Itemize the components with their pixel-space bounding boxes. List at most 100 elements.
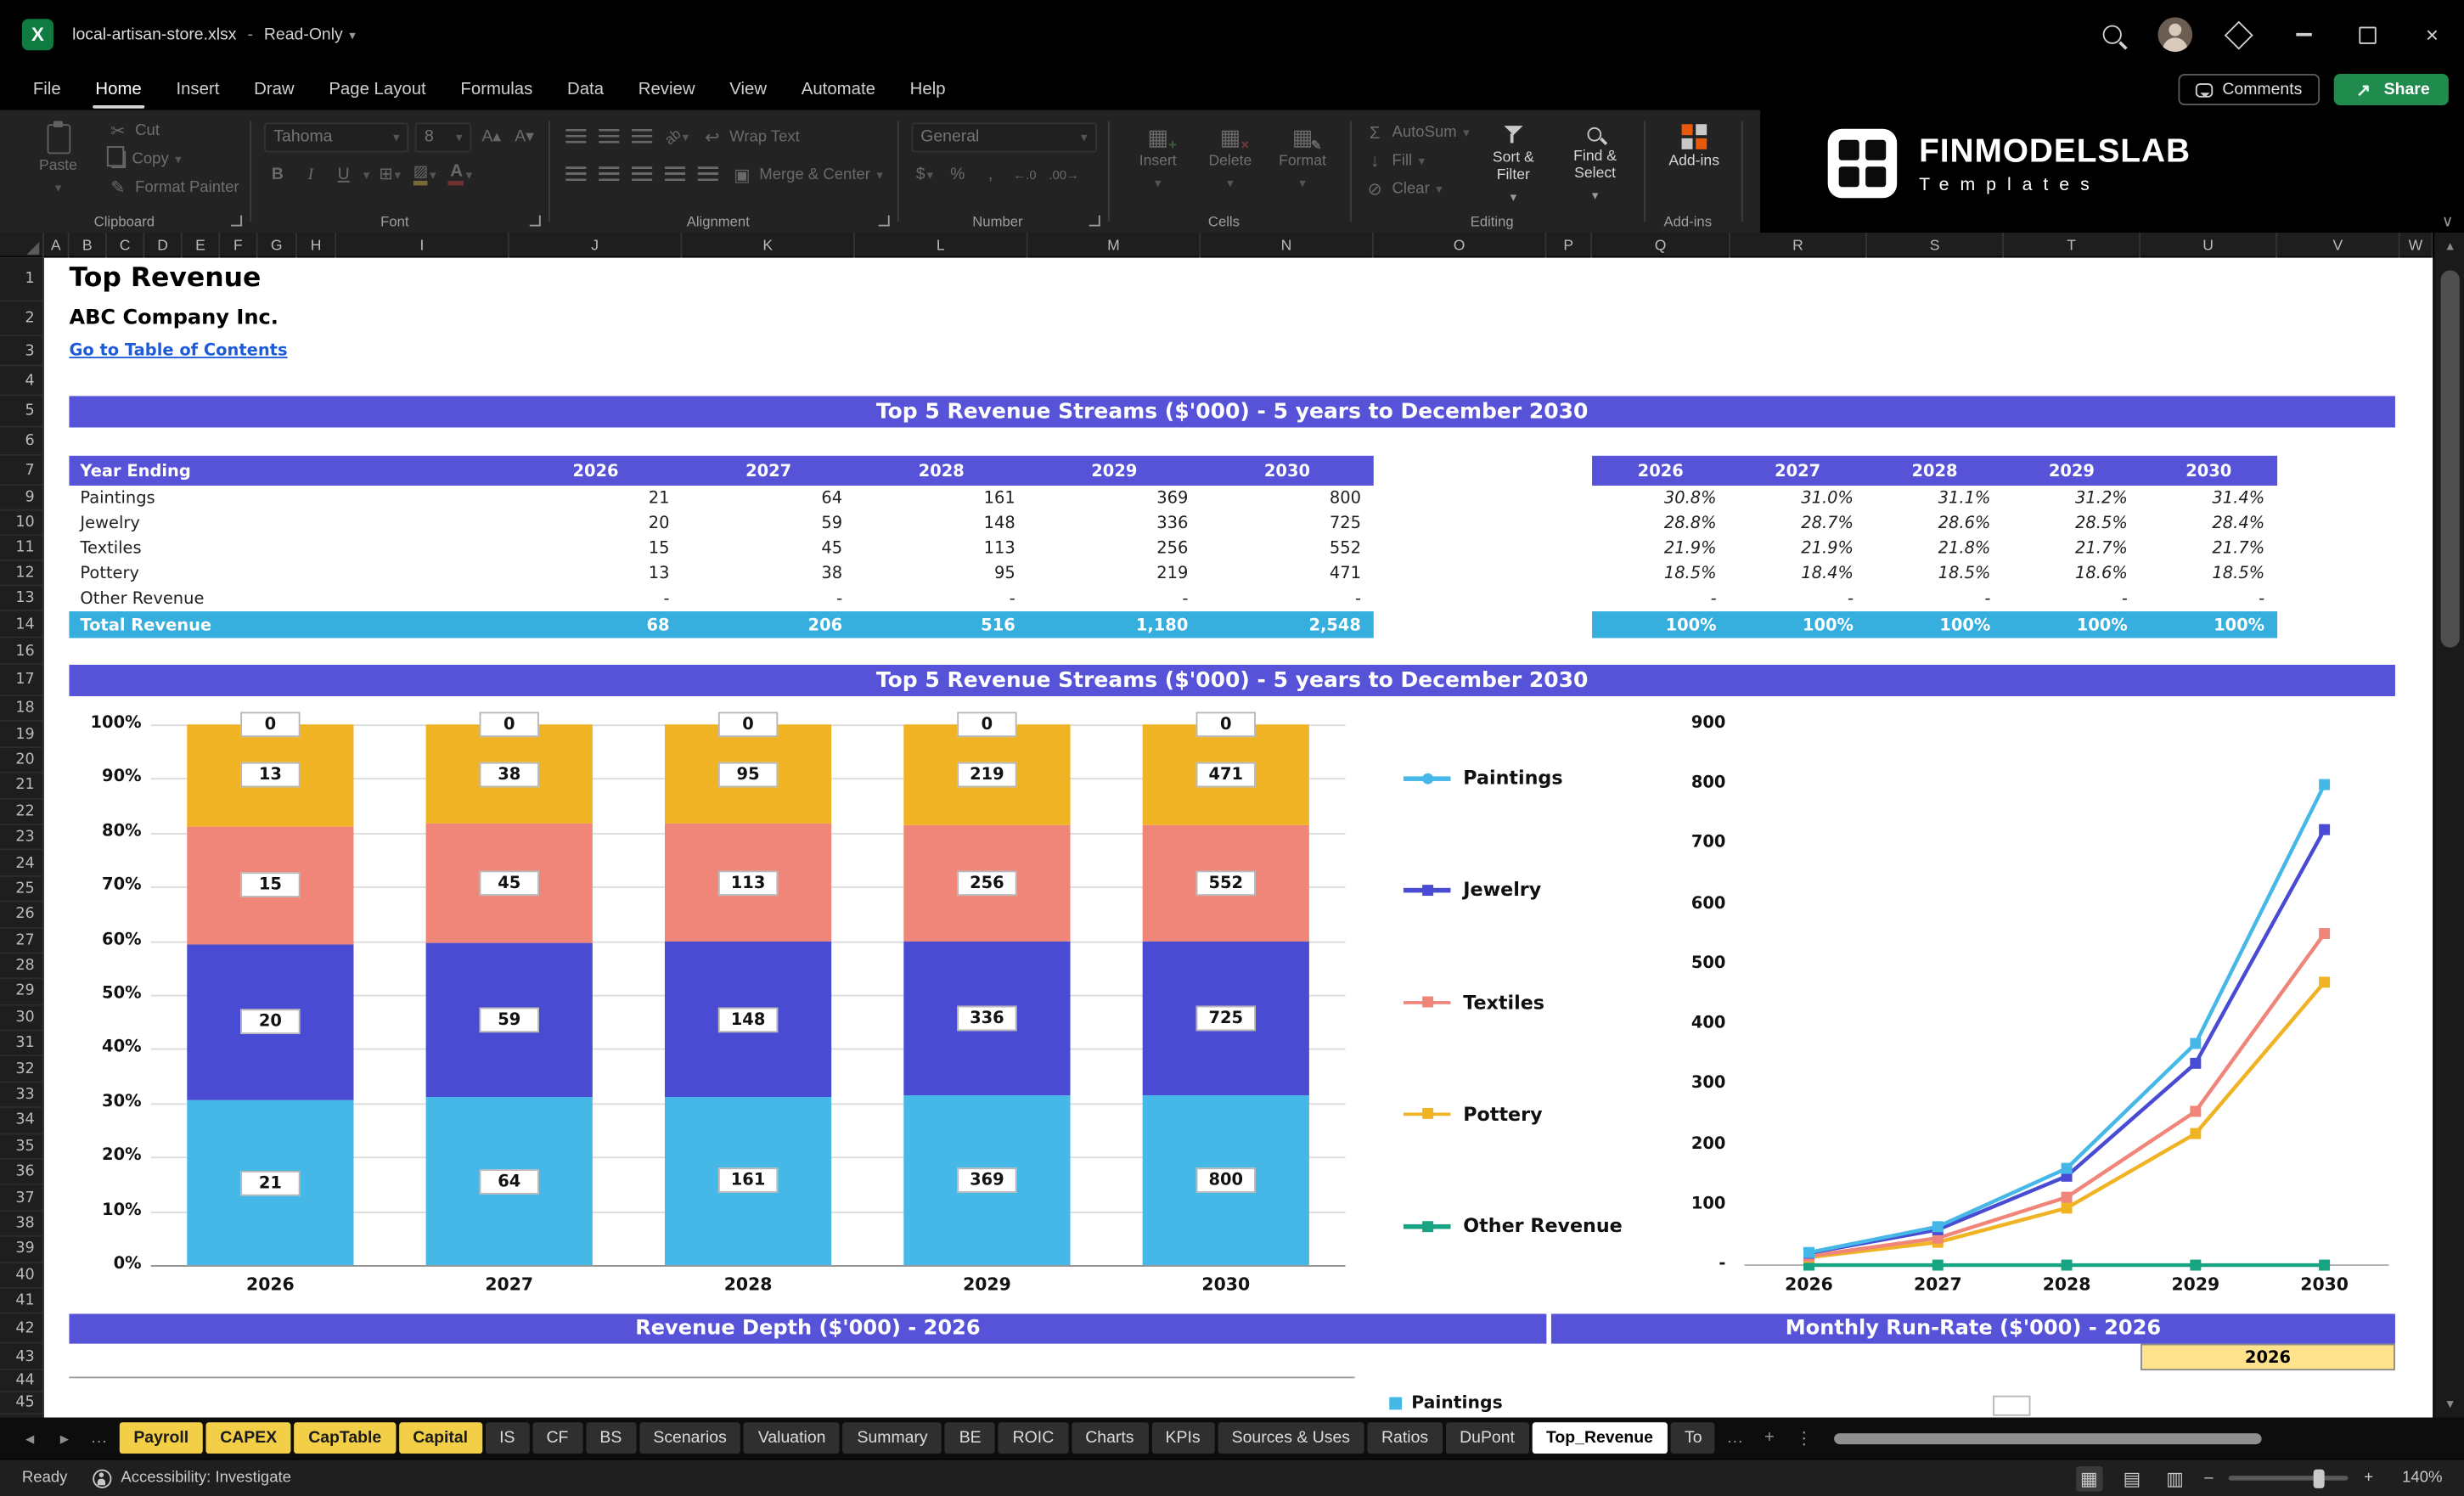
pct-row[interactable]: ----- [1592, 586, 2277, 611]
sheet-tab-capital[interactable]: Capital [398, 1422, 482, 1454]
column-header[interactable]: L [855, 232, 1028, 258]
column-header[interactable]: C [107, 232, 145, 258]
scroll-up-icon[interactable]: ▴ [2434, 238, 2464, 255]
copy-button[interactable]: Copy ▾ [106, 146, 239, 172]
cell-value[interactable]: 59 [682, 514, 855, 532]
banner-top5-table[interactable]: Top 5 Revenue Streams ($'000) - 5 years … [69, 396, 2395, 428]
sheet-nav-left-icon[interactable]: ◂ [13, 1428, 48, 1448]
cell-percent[interactable]: - [2141, 589, 2277, 608]
comma-style-button[interactable]: , [977, 160, 1004, 188]
row-number[interactable]: 17 [0, 665, 42, 696]
horizontal-scrollbar[interactable] [1833, 1430, 2292, 1446]
row-number[interactable]: 40 [0, 1263, 42, 1289]
legend-item[interactable]: Textiles [1403, 991, 1544, 1013]
sheet-tab-top-revenue[interactable]: Top_Revenue [1532, 1422, 1668, 1454]
sheet-tab-be[interactable]: BE [945, 1422, 996, 1454]
row-number[interactable]: 13 [0, 586, 42, 612]
cell-value[interactable]: 161 [855, 489, 1028, 508]
alignment-dialog-launcher[interactable] [878, 215, 890, 227]
wrap-text-button[interactable]: ↩ Wrap Text [698, 122, 802, 150]
zoom-slider-thumb[interactable] [2313, 1468, 2325, 1488]
row-number[interactable]: 45 [0, 1393, 42, 1415]
cell-value[interactable]: 113 [855, 539, 1028, 558]
sheet-tab-summary[interactable]: Summary [842, 1422, 942, 1454]
cell-percent[interactable]: 18.6% [2003, 565, 2140, 583]
addins-button[interactable]: Add-ins [1658, 118, 1730, 171]
sheet-nav-right-icon[interactable]: ▸ [48, 1428, 82, 1448]
cell-percent[interactable]: 28.8% [1592, 514, 1729, 532]
menu-tab-view[interactable]: View [712, 69, 785, 110]
cell-percent[interactable]: 21.7% [2141, 539, 2277, 558]
font-size-combo[interactable]: 8 ▾ [414, 121, 472, 152]
close-button[interactable]: × [2399, 0, 2464, 69]
cell-value[interactable]: 336 [1028, 514, 1201, 532]
scroll-down-icon[interactable]: ▾ [2434, 1396, 2464, 1413]
cell-percent[interactable]: 28.4% [2141, 514, 2277, 532]
decrease-indent-button[interactable] [662, 160, 689, 188]
row-number[interactable]: 34 [0, 1108, 42, 1134]
column-header[interactable]: R [1730, 232, 1867, 258]
cell-value[interactable]: - [855, 589, 1028, 608]
align-middle-button[interactable] [596, 122, 622, 150]
menu-tab-help[interactable]: Help [892, 69, 963, 110]
normal-view-button[interactable]: ▦ [2075, 1465, 2103, 1491]
vertical-scroll-thumb[interactable] [2440, 270, 2460, 648]
find-select-button[interactable]: Find & Select ▾ [1557, 118, 1633, 205]
column-header[interactable]: W [2399, 232, 2433, 258]
column-header[interactable]: M [1028, 232, 1201, 258]
maximize-button[interactable] [2336, 0, 2400, 69]
menu-tab-home[interactable]: Home [78, 69, 159, 110]
fill-button[interactable]: ↓ Fill ▾ [1364, 148, 1469, 174]
row-number[interactable]: 9 [0, 486, 42, 511]
more-sheets-button[interactable]: … [1718, 1429, 1752, 1448]
row-number[interactable]: 18 [0, 696, 42, 723]
align-left-button[interactable] [563, 160, 589, 188]
increase-decimal-button[interactable]: ←.0 [1010, 160, 1040, 188]
column-header[interactable]: K [682, 232, 855, 258]
row-number[interactable]: 26 [0, 903, 42, 929]
align-center-button[interactable] [596, 160, 622, 188]
cell-value[interactable]: 13 [509, 565, 683, 583]
row-number[interactable]: 41 [0, 1289, 42, 1315]
cell-percent[interactable]: 18.5% [1866, 565, 2003, 583]
menu-tab-automate[interactable]: Automate [784, 69, 892, 110]
sheet-grid[interactable]: 1 2 3 4 5 6 7 9 10 11 12 13 14 16 17 18 19 20 21 22 23 24 25 26… [0, 257, 2433, 1418]
cell-percent[interactable]: 31.2% [2003, 489, 2140, 508]
cell-percent[interactable]: 31.1% [1866, 489, 2003, 508]
cell-company-name[interactable]: ABC Company Inc. [69, 307, 278, 330]
cell-value[interactable]: 95 [855, 565, 1028, 583]
cell-value[interactable]: 38 [682, 565, 855, 583]
column-header[interactable]: T [2004, 232, 2141, 258]
total-pct-row[interactable]: 100% 100% 100% 100% 100% [1592, 611, 2278, 638]
sheet-tab-valuation[interactable]: Valuation [744, 1422, 841, 1454]
column-header[interactable]: P [1546, 232, 1593, 258]
sheet-tab-charts[interactable]: Charts [1071, 1422, 1149, 1454]
sheet-tab-dupont[interactable]: DuPont [1445, 1422, 1529, 1454]
underline-button[interactable]: U [330, 160, 357, 188]
format-painter-button[interactable]: ✎ Format Painter [107, 174, 239, 200]
column-header[interactable]: V [2277, 232, 2400, 258]
minimize-button[interactable] [2271, 0, 2336, 69]
chart-legend[interactable]: Paintings Jewelry Textiles Pottery Other Rev… [1403, 767, 1631, 1238]
bold-button[interactable]: B [264, 160, 290, 188]
sheet-tab-capex[interactable]: CAPEX [205, 1422, 291, 1454]
clipboard-dialog-launcher[interactable] [231, 215, 243, 227]
read-only-badge[interactable]: Read-Only ▾ [264, 25, 356, 44]
number-dialog-launcher[interactable] [1089, 215, 1100, 227]
cell-sheet-title[interactable]: Top Revenue [69, 262, 261, 294]
page-break-view-button[interactable]: ▥ [2162, 1465, 2189, 1491]
row-number[interactable]: 36 [0, 1160, 42, 1186]
percent-style-button[interactable]: % [944, 160, 970, 188]
column-header[interactable]: E [183, 232, 221, 258]
row-number[interactable]: 27 [0, 928, 42, 954]
row-number[interactable]: 32 [0, 1057, 42, 1083]
sheet-tab-payroll[interactable]: Payroll [119, 1422, 203, 1454]
cell-percent[interactable]: 21.9% [1729, 539, 1865, 558]
sheet-tab-captable[interactable]: CapTable [294, 1422, 396, 1454]
row-number[interactable]: 25 [0, 876, 42, 903]
cell-percent[interactable]: - [2003, 589, 2140, 608]
column-header[interactable]: D [144, 232, 183, 258]
row-number[interactable]: 1 [0, 258, 42, 302]
cell-value[interactable]: - [682, 589, 855, 608]
paste-button[interactable]: Paste ▾ [22, 118, 94, 201]
